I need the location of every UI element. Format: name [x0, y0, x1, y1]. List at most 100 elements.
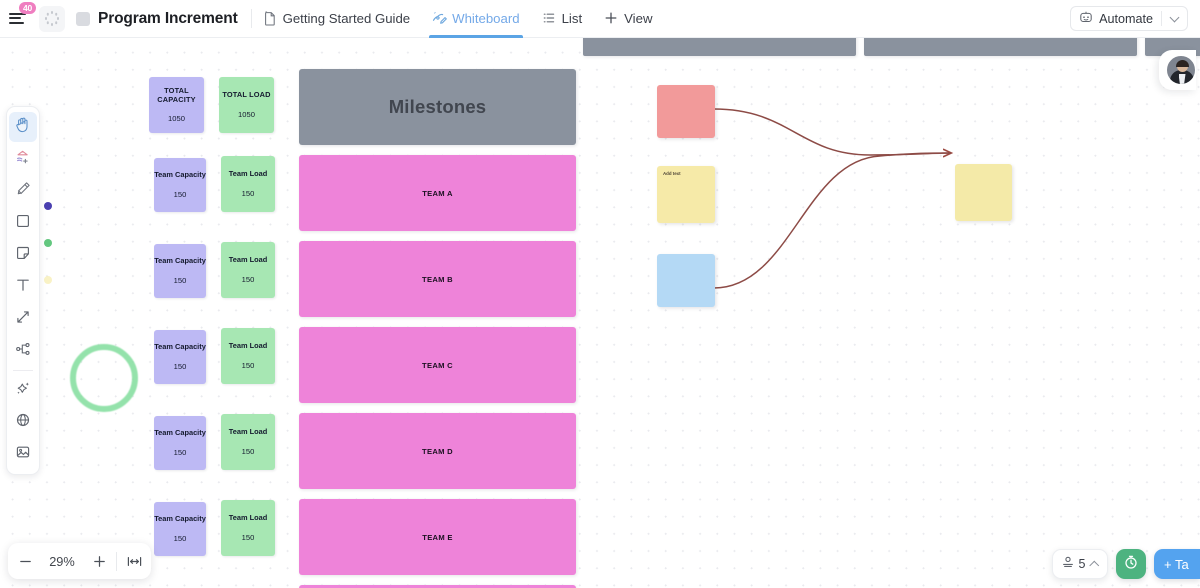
team-row-label: TEAM E — [422, 533, 453, 542]
team-load-card[interactable]: Team Load 150 — [221, 328, 275, 384]
document-color-icon — [76, 12, 90, 26]
automate-label: Automate — [1099, 12, 1153, 26]
whiteboard-icon — [432, 11, 446, 26]
page-title: Program Increment — [98, 10, 238, 28]
spinner-icon — [45, 11, 60, 26]
green-circle-shape[interactable] — [70, 344, 138, 412]
divider — [1161, 11, 1162, 26]
bottom-right-controls[interactable]: 5 + Ta — [1052, 549, 1200, 579]
hand-icon — [14, 116, 32, 139]
total-capacity-card[interactable]: TOTAL CAPACITY 1050 — [149, 77, 204, 133]
loading-indicator-button[interactable] — [39, 6, 65, 32]
team-row-label: TEAM C — [422, 361, 453, 370]
card-value: 1050 — [168, 114, 185, 123]
mindmap-tool-button[interactable] — [9, 336, 37, 366]
hand-tool-button[interactable] — [9, 112, 37, 142]
zoom-in-button[interactable] — [82, 543, 116, 579]
team-row[interactable]: TEAM E — [299, 499, 576, 575]
timer-button[interactable] — [1116, 549, 1146, 579]
chevron-down-icon[interactable] — [1170, 12, 1180, 22]
tab-whiteboard[interactable]: Whiteboard — [421, 0, 530, 38]
sprint-header-bar[interactable] — [583, 38, 856, 56]
whiteboard-toolbar[interactable] — [6, 106, 40, 475]
image-icon — [14, 443, 32, 466]
sticky-note-yellow-right[interactable] — [955, 164, 1012, 221]
team-capacity-card[interactable]: Team Capacity 150 — [154, 416, 206, 470]
robot-icon — [1079, 10, 1093, 27]
text-tool-button[interactable] — [9, 272, 37, 302]
image-tool-button[interactable] — [9, 439, 37, 469]
team-capacity-card[interactable]: Team Capacity 150 — [154, 330, 206, 384]
draw-tool-button[interactable] — [9, 176, 37, 206]
chevron-up-icon[interactable] — [1089, 560, 1098, 569]
connector-arrow-icon — [14, 308, 32, 331]
sprint-header-bar[interactable] — [864, 38, 1137, 56]
card-value: 150 — [174, 190, 187, 199]
card-label: Team Capacity — [154, 343, 206, 352]
shapes-tool-button[interactable] — [9, 144, 37, 174]
tab-list[interactable]: List — [531, 0, 594, 38]
team-capacity-card[interactable]: Team Capacity 150 — [154, 502, 206, 556]
team-capacity-card[interactable]: Team Capacity 150 — [154, 158, 206, 212]
fit-to-screen-button[interactable] — [117, 543, 151, 579]
card-label: Team Load — [229, 256, 267, 265]
card-label: Team Load — [229, 514, 267, 523]
team-row-label: TEAM B — [422, 275, 453, 284]
sticky-note-blue[interactable] — [657, 254, 715, 307]
team-load-card[interactable]: Team Load 150 — [221, 156, 275, 212]
team-load-card[interactable]: Team Load 150 — [221, 500, 275, 556]
card-label: TOTAL LOAD — [222, 91, 270, 100]
sticky-note-icon — [14, 244, 32, 267]
card-value: 150 — [242, 447, 255, 456]
avatar[interactable] — [1166, 55, 1196, 85]
ai-tool-button[interactable] — [9, 375, 37, 405]
color-swatch-yellow[interactable] — [44, 276, 52, 284]
total-load-card[interactable]: TOTAL LOAD 1050 — [219, 77, 274, 133]
embed-tool-button[interactable] — [9, 407, 37, 437]
zoom-level-value[interactable]: 29% — [42, 554, 82, 569]
card-value: 150 — [242, 275, 255, 284]
divider — [13, 370, 33, 371]
connector-tool-button[interactable] — [9, 304, 37, 334]
milestones-label: Milestones — [389, 96, 487, 118]
collaborator-avatar-container[interactable] — [1159, 50, 1196, 90]
sticky-note-tool-button[interactable] — [9, 240, 37, 270]
people-icon — [1061, 555, 1075, 574]
team-row[interactable]: TEAM A — [299, 155, 576, 231]
color-swatch-purple[interactable] — [44, 202, 52, 210]
add-task-label: + Ta — [1164, 557, 1189, 572]
sticky-note-text: Add text — [657, 166, 715, 176]
color-swatch-green[interactable] — [44, 239, 52, 247]
team-load-card[interactable]: Team Load 150 — [221, 242, 275, 298]
team-load-card[interactable]: Team Load 150 — [221, 414, 275, 470]
square-icon — [14, 212, 32, 235]
card-value: 150 — [174, 534, 187, 543]
shapes-plus-icon — [14, 148, 32, 171]
notification-badge[interactable]: 40 — [19, 2, 36, 15]
sticky-note-yellow-left[interactable]: Add text — [657, 166, 715, 223]
magic-wand-icon — [14, 379, 32, 402]
sticky-note-red[interactable] — [657, 85, 715, 138]
team-capacity-card[interactable]: Team Capacity 150 — [154, 244, 206, 298]
card-label: Team Load — [229, 170, 267, 179]
whiteboard-canvas[interactable]: TOTAL CAPACITY 1050 TOTAL LOAD 1050 Team… — [0, 38, 1200, 588]
rectangle-tool-button[interactable] — [9, 208, 37, 238]
tab-add-view[interactable]: View — [593, 0, 663, 38]
tab-getting-started-guide[interactable]: Getting Started Guide — [252, 0, 422, 38]
sidebar-toggle-button[interactable]: 40 — [0, 0, 34, 38]
team-row[interactable]: TEAM D — [299, 413, 576, 489]
collaborators-button[interactable]: 5 — [1052, 549, 1108, 579]
automate-button[interactable]: Automate — [1070, 6, 1188, 31]
team-row[interactable]: TEAM C — [299, 327, 576, 403]
card-value: 150 — [174, 362, 187, 371]
team-row[interactable]: TEAM B — [299, 241, 576, 317]
card-label: Team Capacity — [154, 429, 206, 438]
zoom-controls[interactable]: 29% — [8, 543, 151, 579]
hamburger-icon — [9, 12, 26, 25]
collaborator-count: 5 — [1079, 557, 1086, 571]
add-task-button[interactable]: + Ta — [1154, 549, 1200, 579]
zoom-out-button[interactable] — [8, 543, 42, 579]
card-value: 1050 — [238, 110, 255, 119]
milestones-header[interactable]: Milestones — [299, 69, 576, 145]
doc-icon — [263, 11, 277, 26]
